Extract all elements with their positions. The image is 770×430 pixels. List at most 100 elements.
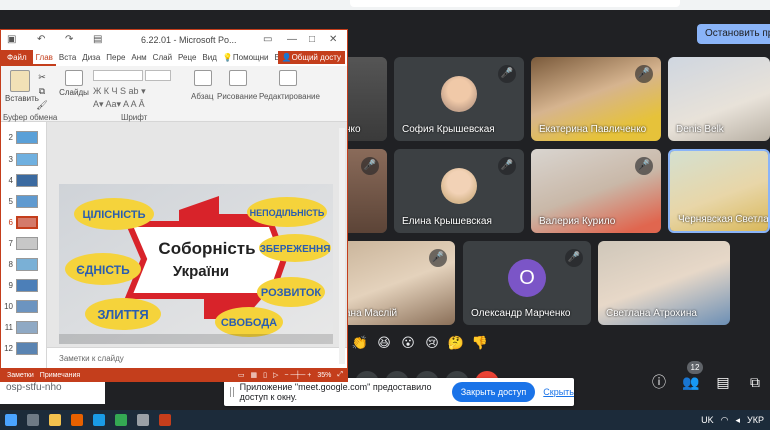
- volume-icon[interactable]: ◂: [736, 415, 741, 426]
- tab-insert[interactable]: Вста: [56, 50, 79, 66]
- participant-tile[interactable]: 🎤 Елина Крышевская: [394, 149, 524, 233]
- slide-thumbnails[interactable]: 2 3 4 5 6 7 8 9 10 11 12: [1, 122, 47, 368]
- reaction-surprised-icon[interactable]: 😮: [398, 333, 418, 353]
- drag-handle-icon[interactable]: [230, 387, 234, 397]
- reaction-thinking-icon[interactable]: 🤔: [446, 333, 466, 353]
- clipboard-icon: [10, 70, 30, 92]
- edge-icon[interactable]: [93, 414, 105, 426]
- reactions-bar: 👏 😆 😮 😢 🤔 👎: [350, 333, 490, 357]
- info-icon[interactable]: ⓘ: [650, 373, 668, 391]
- participant-tile-active[interactable]: Чернявская Светлана: [668, 149, 770, 233]
- reading-view-icon[interactable]: ▯: [263, 371, 267, 379]
- mic-off-icon: 🎤: [565, 249, 583, 267]
- slide-thumb[interactable]: 5: [3, 194, 43, 210]
- start-icon[interactable]: [5, 414, 17, 426]
- sharing-notification: Приложение "meet.google.com" предоставил…: [224, 378, 574, 406]
- share-button[interactable]: 👤Общий досту: [277, 51, 345, 64]
- paste-button[interactable]: Вставить: [5, 70, 39, 103]
- slideshow-view-icon[interactable]: ▷: [273, 371, 278, 379]
- font-size-select[interactable]: [145, 70, 172, 81]
- comments-toggle[interactable]: Примечания: [40, 372, 80, 379]
- chrome-icon[interactable]: [115, 414, 127, 426]
- participant-tile[interactable]: 🎤 София Крышевская: [394, 57, 524, 141]
- fit-slide-icon[interactable]: ⤢: [337, 371, 347, 379]
- tab-tell-me[interactable]: 💡Помощни: [220, 50, 272, 66]
- font-controls[interactable]: Ж К Ч S ab ▾ A▾ Aa▾ A A Ā: [93, 70, 185, 110]
- tab-slideshow[interactable]: Слай: [150, 50, 175, 66]
- tab-review[interactable]: Реце: [175, 50, 199, 66]
- slide-thumb[interactable]: 10: [3, 299, 43, 315]
- participant-name: Светлана Атрохина: [606, 308, 697, 319]
- save-icon[interactable]: ▣: [7, 34, 16, 45]
- reaction-laugh-icon[interactable]: 😆: [374, 333, 394, 353]
- participant-tile[interactable]: 🎤 ана Маслій: [337, 241, 455, 325]
- maximize-icon[interactable]: □: [309, 34, 315, 45]
- editing-group-label: Редактирование: [259, 92, 320, 101]
- undo-icon[interactable]: ↶: [37, 34, 45, 45]
- reaction-sad-icon[interactable]: 😢: [422, 333, 442, 353]
- start-slideshow-icon[interactable]: ▤: [93, 34, 102, 45]
- normal-view-icon[interactable]: ▭: [238, 371, 245, 379]
- participant-name: ана Маслій: [345, 308, 398, 319]
- zoom-slider[interactable]: − ─┼─ +: [284, 372, 311, 379]
- file-explorer-icon[interactable]: [49, 414, 61, 426]
- tab-animations[interactable]: Анм: [128, 50, 149, 66]
- minimize-icon[interactable]: —: [287, 34, 297, 45]
- slide-thumb[interactable]: 3: [3, 152, 43, 168]
- firefox-icon[interactable]: [71, 414, 83, 426]
- participant-tile[interactable]: Светлана Атрохина: [598, 241, 730, 325]
- close-icon[interactable]: ✕: [329, 34, 337, 45]
- slide-thumb[interactable]: 4: [3, 173, 43, 189]
- tab-view[interactable]: Вид: [199, 50, 219, 66]
- wifi-icon[interactable]: ◠: [721, 415, 729, 426]
- slide-thumb[interactable]: 2: [3, 130, 43, 146]
- language-indicator[interactable]: UK: [701, 415, 714, 425]
- slide-thumb[interactable]: 7: [3, 236, 43, 252]
- close-access-button[interactable]: Закрыть доступ: [451, 382, 536, 402]
- powerpoint-titlebar: ▣ ↶ ↷ ▤ 6.22.01 - Microsoft Po... ▭ — □ …: [1, 30, 347, 50]
- slides-label: Слайды: [59, 88, 89, 97]
- clipboard-tools: ✂ ⧉ 🖌: [36, 72, 48, 110]
- new-slide-button[interactable]: Слайды: [59, 70, 89, 97]
- stop-presenting-button[interactable]: Остановить презе: [697, 24, 770, 44]
- search-icon[interactable]: [27, 414, 39, 426]
- participant-tile[interactable]: Denis Belk: [668, 57, 770, 141]
- slide-thumb[interactable]: 12: [3, 341, 43, 357]
- paragraph-button[interactable]: [191, 70, 215, 88]
- reaction-thumbs-down-icon[interactable]: 👎: [470, 333, 490, 353]
- mic-off-icon: 🎤: [498, 65, 516, 83]
- font-name-select[interactable]: [93, 70, 143, 81]
- notes-toggle[interactable]: Заметки: [7, 372, 34, 379]
- tab-file[interactable]: Файл: [1, 50, 33, 66]
- reaction-clap-icon[interactable]: 👏: [350, 333, 370, 353]
- redo-icon[interactable]: ↷: [65, 34, 73, 45]
- current-slide[interactable]: ЦІЛІСНІСТЬ ЄДНІСТЬ ЗЛИТТЯ НЕПОДІЛЬНІСТЬ …: [59, 184, 333, 344]
- avatar: O: [508, 258, 546, 297]
- settings-icon[interactable]: [137, 414, 149, 426]
- tab-transitions[interactable]: Пере: [103, 50, 128, 66]
- slide-thumb[interactable]: 8: [3, 257, 43, 273]
- hide-link[interactable]: Скрыть: [543, 387, 574, 397]
- chat-icon[interactable]: ▤: [714, 373, 732, 391]
- notes-pane[interactable]: Заметки к слайду: [47, 347, 347, 368]
- avatar: [441, 167, 477, 204]
- slide-title-line2: України: [173, 263, 229, 280]
- keyboard-layout[interactable]: УКР: [747, 415, 764, 425]
- editing-button[interactable]: [263, 70, 313, 88]
- slide-thumb[interactable]: 11: [3, 320, 43, 336]
- participant-tile[interactable]: 🎤 Екатерина Павличенко: [531, 57, 661, 141]
- activities-icon[interactable]: ⧉: [746, 373, 764, 391]
- people-icon[interactable]: 👥 12: [682, 361, 703, 391]
- drawing-button[interactable]: [219, 70, 257, 88]
- slide-scrollbar[interactable]: [339, 128, 345, 364]
- ribbon-options-icon[interactable]: ▭: [263, 34, 272, 45]
- powerpoint-icon[interactable]: [159, 414, 171, 426]
- tab-design[interactable]: Диза: [79, 50, 103, 66]
- tab-home[interactable]: Глав: [32, 50, 56, 66]
- slide-sorter-icon[interactable]: ▦: [251, 371, 258, 379]
- participant-tile[interactable]: O 🎤 Олександр Марченко: [463, 241, 591, 325]
- slide-thumb-selected[interactable]: 6: [3, 215, 43, 231]
- slide-thumb[interactable]: 9: [3, 278, 43, 294]
- participant-tile[interactable]: 🎤 Валерия Курило: [531, 149, 661, 233]
- zoom-level[interactable]: 35%: [317, 372, 331, 379]
